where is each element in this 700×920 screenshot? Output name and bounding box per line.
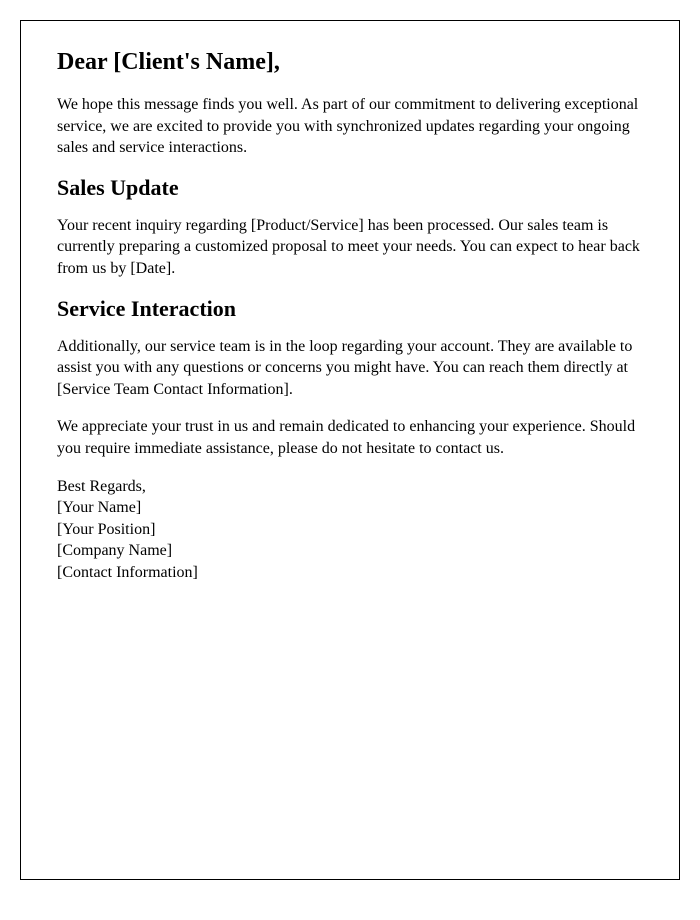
signature-block: Best Regards, [Your Name] [Your Position… [57,476,643,584]
sales-update-body: Your recent inquiry regarding [Product/S… [57,215,643,280]
service-interaction-heading: Service Interaction [57,296,643,322]
signature-company: [Company Name] [57,540,643,562]
letter-page: Dear [Client's Name], We hope this messa… [20,20,680,880]
signature-closing: Best Regards, [57,476,643,498]
greeting-heading: Dear [Client's Name], [57,49,643,76]
sales-update-heading: Sales Update [57,175,643,201]
intro-paragraph: We hope this message finds you well. As … [57,94,643,159]
signature-position: [Your Position] [57,519,643,541]
signature-contact: [Contact Information] [57,562,643,584]
closing-paragraph: We appreciate your trust in us and remai… [57,416,643,459]
signature-name: [Your Name] [57,497,643,519]
service-interaction-body: Additionally, our service team is in the… [57,336,643,401]
